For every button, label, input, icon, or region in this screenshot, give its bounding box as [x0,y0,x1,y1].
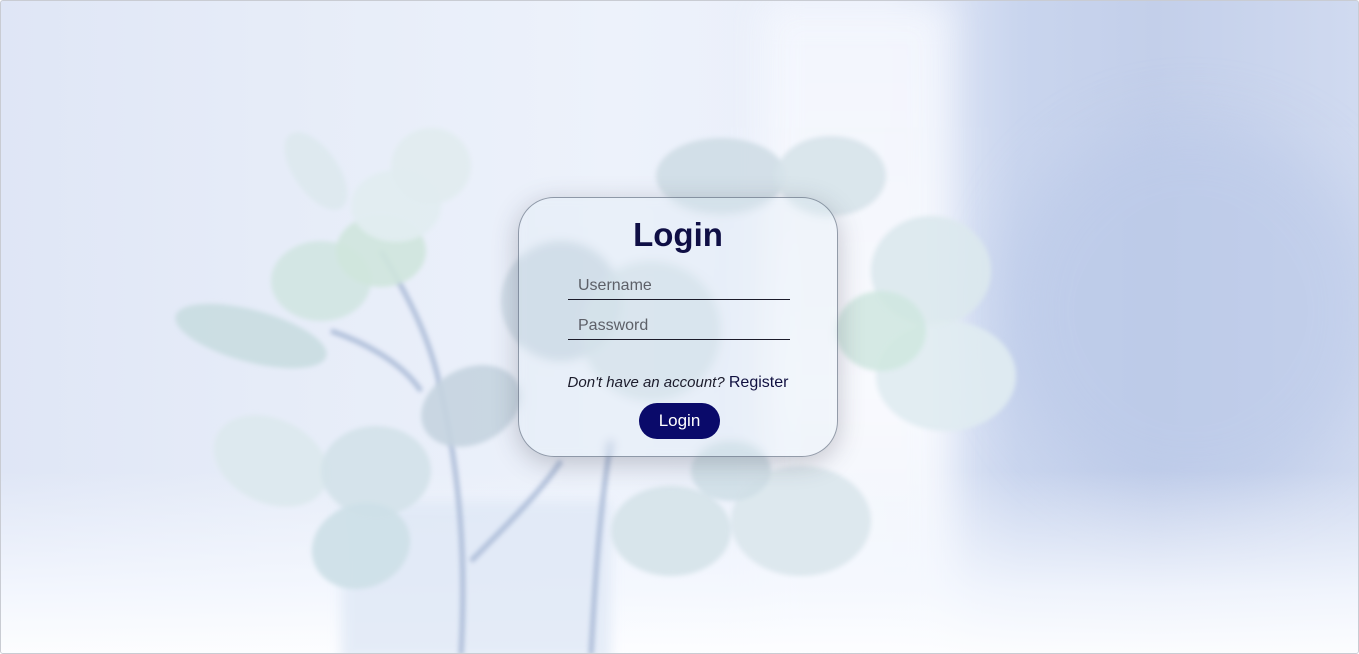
password-input[interactable] [568,313,790,339]
login-button[interactable]: Login [639,403,720,439]
username-input[interactable] [568,273,790,299]
password-field-wrapper [568,313,790,340]
register-prompt: Don't have an account? [567,374,729,391]
login-title: Login [633,216,723,253]
login-card: Login Don't have an account? Register Lo… [518,197,838,457]
register-row: Don't have an account? Register [519,374,837,392]
username-field-wrapper [568,273,790,300]
login-page: Login Don't have an account? Register Lo… [0,0,1359,654]
register-link[interactable]: Register [729,374,789,391]
